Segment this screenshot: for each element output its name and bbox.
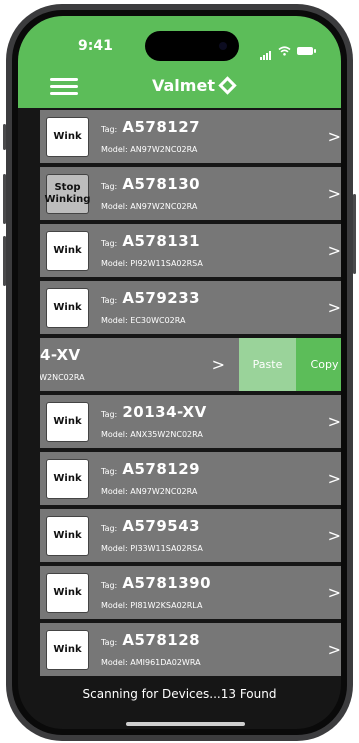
model-text: Model: ANX35W2NC02RA [101,430,203,439]
device-row[interactable]: Wink Tag: A578127 Model: AN97W2NC02RA > [40,110,341,163]
model-text: Model: AN97W2NC02RA [101,145,198,154]
chevron-right-icon[interactable]: > [328,127,341,146]
model-text: 8W2NC02RA [40,373,85,382]
model-text: Model: PI81W2KSA02RLA [101,601,203,610]
tag-line: Tag: A579233 [101,288,200,307]
tag-line: 4-XV [40,345,81,364]
camera-icon [219,42,227,50]
wink-button[interactable]: Wink [46,288,89,328]
device-row[interactable]: Wink Tag: A578128 Model: AMI961DA02WRA > [40,623,341,676]
model-text: Model: PI92W11SA02RSA [101,259,203,268]
model-text: Model: AMI961DA02WRA [101,658,201,667]
tag-label: Tag: [101,410,118,419]
device-row[interactable]: Stop Winking Tag: A578130 Model: AN97W2NC… [40,167,341,220]
phone-bezel: 9:41 Valmet Wink Tag: A578127 Model: AN9… [12,10,347,735]
valmet-diamond-icon [218,76,237,95]
tag-label: Tag: [101,125,118,134]
tag-line: Tag: A578130 [101,174,200,193]
tag-value: A579543 [122,517,201,535]
chevron-right-icon[interactable]: > [328,184,341,203]
chevron-right-icon[interactable]: > [328,412,341,431]
device-row[interactable]: Wink Tag: A579543 Model: PI33W11SA02RSA … [40,509,341,562]
tag-line: Tag: A578129 [101,459,200,478]
device-row[interactable]: Wink Tag: A579233 Model: EC30WC02RA > [40,281,341,334]
copy-button[interactable]: Copy [296,338,341,391]
tag-line: Tag: A578128 [101,630,200,649]
tag-value: A578127 [122,118,201,136]
chevron-right-icon[interactable]: > [328,583,341,602]
dynamic-island [145,31,239,61]
tag-label: Tag: [101,638,118,647]
chevron-right-icon[interactable]: > [328,241,341,260]
wink-button[interactable]: Wink [46,231,89,271]
app-header: 9:41 Valmet [18,16,341,108]
cellular-signal-icon [260,41,272,60]
tag-value: A578128 [122,631,201,649]
mute-switch [3,124,6,150]
scan-status-text: Scanning for Devices...13 Found [82,687,277,701]
tag-label: Tag: [101,296,118,305]
swiped-device-row[interactable]: 4-XV 8W2NC02RA > Paste Copy [40,338,341,391]
wink-button[interactable]: Wink [46,573,89,613]
tag-value: A578129 [122,460,201,478]
tag-line: Tag: A5781390 [101,573,211,592]
volume-up-button [3,174,6,224]
device-row[interactable]: Wink Tag: A5781390 Model: PI81W2KSA02RLA… [40,566,341,619]
device-row[interactable]: Wink Tag: 20134-XV Model: ANX35W2NC02RA … [40,395,341,448]
tag-label: Tag: [101,467,118,476]
chevron-right-icon[interactable]: > [212,355,225,374]
tag-value: 4-XV [40,346,81,364]
wink-button[interactable]: Wink [46,516,89,556]
tag-value: 20134-XV [122,403,207,421]
device-row[interactable]: Wink Tag: A578129 Model: AN97W2NC02RA > [40,452,341,505]
device-list: Wink Tag: A578127 Model: AN97W2NC02RA > … [40,110,341,680]
screen: 9:41 Valmet Wink Tag: A578127 Model: AN9… [18,16,341,729]
chevron-right-icon[interactable]: > [328,469,341,488]
status-icons [260,41,316,60]
wink-button[interactable]: Wink [46,459,89,499]
chevron-right-icon[interactable]: > [328,526,341,545]
tag-line: Tag: A578127 [101,117,200,136]
wifi-icon [278,45,291,56]
home-indicator[interactable] [126,722,245,726]
model-text: Model: AN97W2NC02RA [101,487,198,496]
tag-label: Tag: [101,239,118,248]
wink-button[interactable]: Wink [46,402,89,442]
chevron-right-icon[interactable]: > [328,298,341,317]
tag-value: A579233 [122,289,201,307]
device-row[interactable]: Wink Tag: A578131 Model: PI92W11SA02RSA … [40,224,341,277]
wink-button[interactable]: Wink [46,117,89,157]
valmet-logo: Valmet [152,76,237,95]
tag-label: Tag: [101,581,118,590]
tag-value: A578130 [122,175,201,193]
wink-button[interactable]: Wink [46,630,89,670]
model-text: Model: EC30WC02RA [101,316,186,325]
model-text: Model: AN97W2NC02RA [101,202,198,211]
status-time: 9:41 [78,38,113,54]
tag-line: Tag: A578131 [101,231,200,250]
tag-label: Tag: [101,182,118,191]
chevron-right-icon[interactable]: > [328,640,341,659]
phone-frame: 9:41 Valmet Wink Tag: A578127 Model: AN9… [3,4,356,741]
volume-down-button [3,236,6,286]
hamburger-menu-icon[interactable] [50,78,78,96]
stop-winking-button[interactable]: Stop Winking [45,174,90,214]
tag-value: A5781390 [122,574,212,592]
model-text: Model: PI33W11SA02RSA [101,544,203,553]
battery-icon [297,46,316,55]
paste-button[interactable]: Paste [239,338,296,391]
tag-value: A578131 [122,232,201,250]
tag-label: Tag: [101,524,118,533]
tag-line: Tag: 20134-XV [101,402,207,421]
brand-name: Valmet [152,76,215,95]
tag-line: Tag: A579543 [101,516,200,535]
power-button [353,194,356,274]
